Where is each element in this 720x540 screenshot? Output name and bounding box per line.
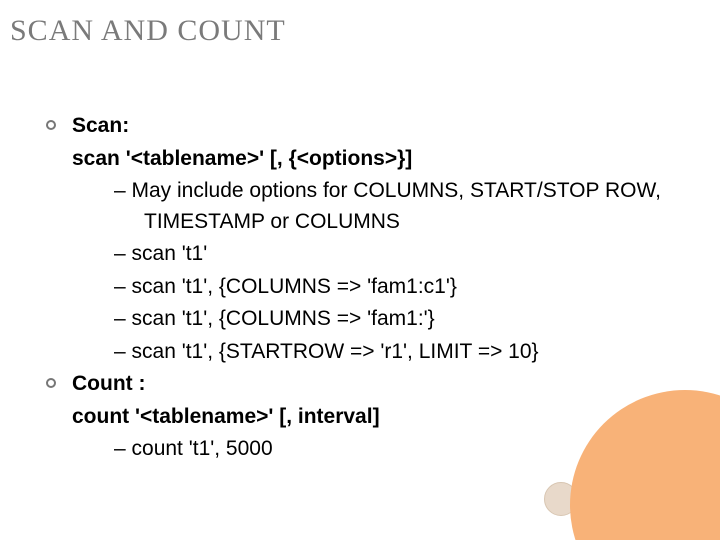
scan-ex3: – scan 't1', {COLUMNS => 'fam1:'}: [44, 303, 690, 336]
scan-note-line2: TIMESTAMP or COLUMNS: [44, 206, 690, 239]
bullet-count: Count :: [44, 368, 690, 401]
count-syntax-line: count '<tablename>' [, interval]: [44, 401, 690, 434]
bullet-scan: Scan:: [44, 110, 690, 143]
scan-ex4: – scan 't1', {STARTROW => 'r1', LIMIT =>…: [44, 336, 690, 369]
slide-content: Scan: scan '<tablename>' [, {<options>}]…: [44, 110, 690, 466]
count-syntax: count '<tablename>' [, interval]: [72, 405, 380, 428]
count-heading: Count :: [72, 372, 145, 395]
slide: SCAN AND COUNT Scan: scan '<tablename>' …: [0, 0, 720, 540]
scan-ex2: – scan 't1', {COLUMNS => 'fam1:c1'}: [44, 271, 690, 304]
bullet-icon: [46, 378, 56, 388]
scan-note-line1: – May include options for COLUMNS, START…: [44, 175, 690, 208]
scan-syntax: scan '<tablename>' [, {<options>}]: [72, 147, 412, 170]
scan-heading: Scan:: [72, 114, 129, 137]
bullet-icon: [46, 120, 56, 130]
scan-syntax-line: scan '<tablename>' [, {<options>}]: [44, 143, 690, 176]
slide-title: SCAN AND COUNT: [10, 14, 286, 48]
scan-ex1: – scan 't1': [44, 238, 690, 271]
